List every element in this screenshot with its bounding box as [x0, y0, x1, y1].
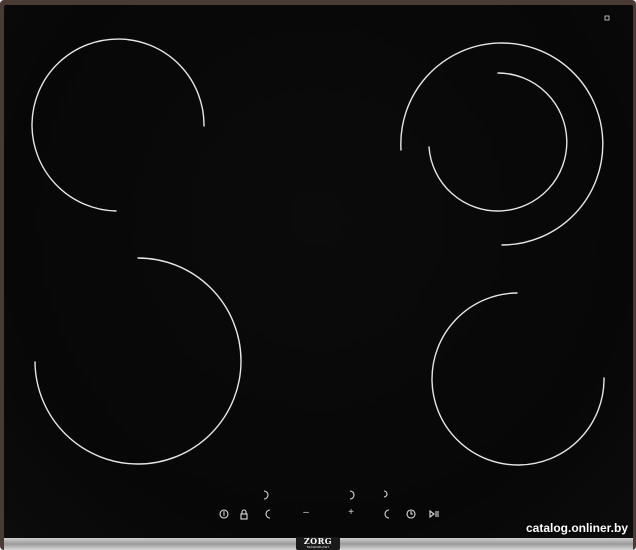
zone-top-left [31, 38, 205, 212]
minus-button[interactable]: – [300, 508, 312, 518]
cooking-zones [31, 15, 610, 520]
zone-bottom-left [34, 257, 242, 465]
lock-icon[interactable] [240, 513, 248, 520]
zone-indicator-icon[interactable] [263, 490, 269, 500]
brand-name: ZORG [303, 536, 333, 546]
brand-logo: ZORG TECHNOLOGY [296, 537, 340, 550]
play-pause-icon[interactable] [429, 509, 439, 519]
zone-indicator-icon[interactable] [384, 509, 390, 519]
watermark-text: catalog.onliner.by [525, 521, 628, 535]
zone-top-right-inner [428, 72, 568, 212]
cooktop-frame: – + ZORG TECHNOLOGY [0, 0, 636, 550]
zone-indicator-icon[interactable] [265, 509, 271, 519]
zone-indicator-icon[interactable] [349, 490, 355, 500]
zone-indicator-icon[interactable] [383, 490, 388, 498]
plus-button[interactable]: + [345, 508, 357, 518]
corner-mark [604, 15, 610, 21]
zone-bottom-right [431, 292, 605, 466]
brand-tagline: TECHNOLOGY [306, 545, 330, 549]
